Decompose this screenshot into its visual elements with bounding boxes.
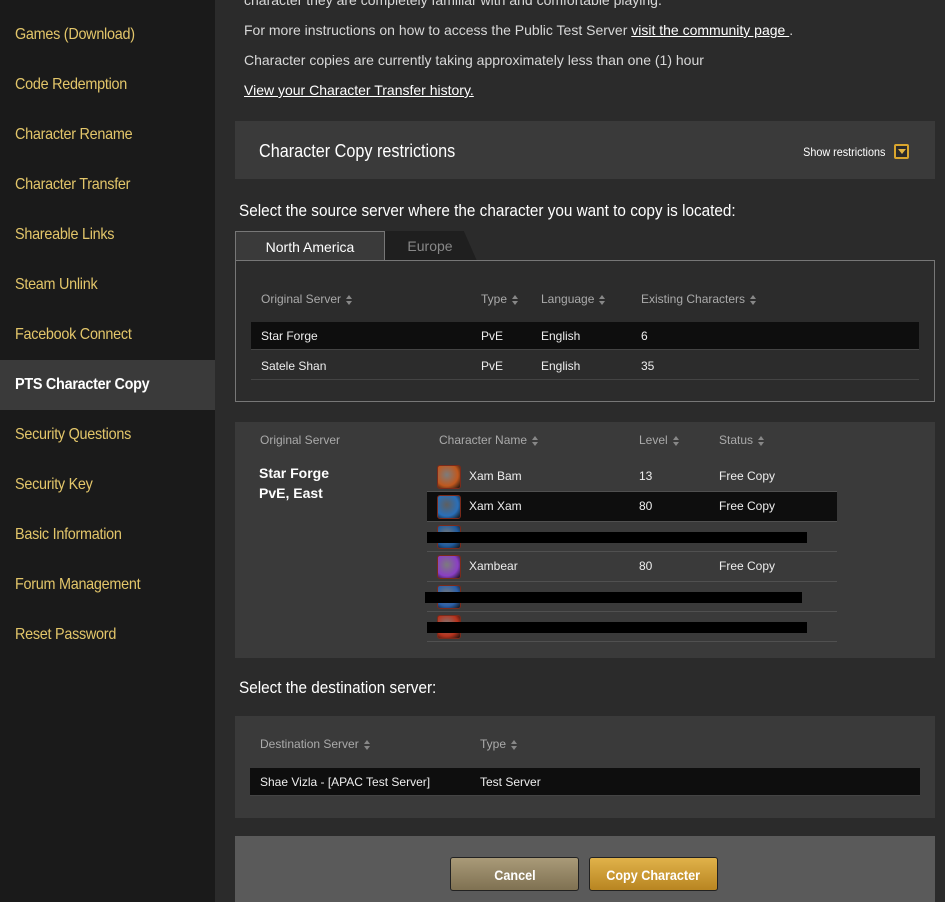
col-level[interactable]: Level <box>639 433 679 447</box>
character-row[interactable]: Xam Bam 13 Free Copy <box>427 462 837 492</box>
sort-icon <box>599 294 606 305</box>
copy-character-button[interactable]: Copy Character <box>589 857 718 891</box>
sidebar-item-character-transfer[interactable]: Character Transfer <box>0 160 215 210</box>
restrictions-panel: Character Copy restrictions Show restric… <box>235 121 935 179</box>
redaction-bar <box>427 532 807 543</box>
cancel-button[interactable]: Cancel <box>450 857 579 891</box>
redaction-bar <box>425 592 802 603</box>
character-avatar-icon <box>437 555 461 579</box>
source-heading: Select the source server where the chara… <box>239 201 736 220</box>
sort-icon <box>363 739 370 750</box>
sidebar-item-label: Security Key <box>15 476 93 493</box>
table-row[interactable]: Star Forge PvE English 6 <box>251 322 919 350</box>
sidebar-item-basic-information[interactable]: Basic Information <box>0 510 215 560</box>
col-type[interactable]: Type <box>481 292 519 306</box>
character-avatar-icon <box>437 495 461 519</box>
character-status: Free Copy <box>719 469 776 483</box>
sort-icon <box>750 294 757 305</box>
sidebar-item-security-questions[interactable]: Security Questions <box>0 410 215 460</box>
tab-europe-label: Europe <box>407 238 453 254</box>
sort-icon <box>512 294 519 305</box>
sort-icon <box>511 739 518 750</box>
sidebar-item-forum-management[interactable]: Forum Management <box>0 560 215 610</box>
col-original-server: Original Server <box>260 433 341 447</box>
action-bar: Cancel Copy Character <box>235 836 935 902</box>
col-type[interactable]: Type <box>480 737 518 751</box>
sidebar-item-label: Shareable Links <box>15 226 115 243</box>
selected-server-detail: PvE, East <box>259 485 323 501</box>
table-row[interactable]: Shae Vizla - [APAC Test Server] Test Ser… <box>250 768 920 796</box>
character-status: Free Copy <box>719 499 776 513</box>
redaction-bar <box>427 622 807 633</box>
characters-panel: Original Server Character Name Level Sta… <box>235 422 935 658</box>
sidebar-item-label: Steam Unlink <box>15 276 98 293</box>
main-content: character they are completely familiar w… <box>215 0 945 902</box>
sidebar-item-label: Games (Download) <box>15 26 135 43</box>
col-language[interactable]: Language <box>541 292 606 306</box>
sidebar-item-label: Character Rename <box>15 126 133 143</box>
character-row[interactable]: Xam Xam 80 Free Copy <box>427 492 837 522</box>
sidebar-item-label: Basic Information <box>15 526 122 543</box>
character-status: Free Copy <box>719 559 776 573</box>
character-row[interactable]: Xambear 80 Free Copy <box>427 552 837 582</box>
character-avatar-icon <box>437 465 461 489</box>
show-restrictions-toggle[interactable]: Show restrictions <box>803 145 885 159</box>
restrictions-title: Character Copy restrictions <box>259 141 456 161</box>
instructions-text: For more instructions on how to access t… <box>244 22 632 38</box>
selected-server-info: Star Forge PvE, East <box>259 463 329 503</box>
copy-time-text: Character copies are currently taking ap… <box>244 52 704 68</box>
col-existing-characters[interactable]: Existing Characters <box>641 292 757 306</box>
destination-heading: Select the destination server: <box>239 678 437 697</box>
character-level: 13 <box>639 469 653 483</box>
character-level: 80 <box>639 559 653 573</box>
intro-text: character they are completely familiar w… <box>244 0 662 8</box>
sidebar-item-character-rename[interactable]: Character Rename <box>0 110 215 160</box>
col-status[interactable]: Status <box>719 433 765 447</box>
expand-arrow-icon[interactable] <box>894 144 909 159</box>
character-level: 80 <box>639 499 653 513</box>
sidebar-item-label: Security Questions <box>15 426 132 443</box>
history-link-wrap: View your Character Transfer history. <box>244 82 474 98</box>
sidebar-item-label: Character Transfer <box>15 176 131 193</box>
transfer-history-link[interactable]: View your Character Transfer history. <box>244 82 474 98</box>
sidebar-item-security-key[interactable]: Security Key <box>0 460 215 510</box>
destination-panel: Destination Server Type Shae Vizla - [AP… <box>235 716 935 818</box>
col-destination-server[interactable]: Destination Server <box>260 737 370 751</box>
tab-north-america[interactable]: North America <box>235 231 385 261</box>
instructions-period: . <box>789 22 794 38</box>
table-row[interactable]: Satele Shan PvE English 35 <box>251 352 919 380</box>
sidebar-item-shareable-links[interactable]: Shareable Links <box>0 210 215 260</box>
character-name: Xambear <box>469 559 518 573</box>
sidebar-item-games-download[interactable]: Games (Download) <box>0 10 215 60</box>
sort-icon <box>346 294 353 305</box>
sidebar-item-reset-password[interactable]: Reset Password <box>0 610 215 660</box>
sidebar-item-label: Forum Management <box>15 576 141 593</box>
source-server-table: Original Server Type Language Existing C… <box>235 260 935 402</box>
sidebar-item-pts-character-copy[interactable]: PTS Character Copy <box>0 360 215 410</box>
sort-icon <box>758 435 765 446</box>
sidebar-item-label: PTS Character Copy <box>15 376 150 393</box>
sidebar-item-facebook-connect[interactable]: Facebook Connect <box>0 310 215 360</box>
sidebar-item-label: Reset Password <box>15 626 117 643</box>
community-page-link[interactable]: visit the community page <box>631 22 789 38</box>
col-original-server[interactable]: Original Server <box>261 292 353 306</box>
sidebar-nav: Games (Download) Code Redemption Character… <box>0 0 215 902</box>
selected-server-name: Star Forge <box>259 465 330 481</box>
sort-icon <box>532 435 539 446</box>
sidebar-item-label: Code Redemption <box>15 76 128 93</box>
sidebar-item-label: Facebook Connect <box>15 326 132 343</box>
character-name: Xam Xam <box>469 499 522 513</box>
col-character-name[interactable]: Character Name <box>439 433 539 447</box>
sort-icon <box>672 435 679 446</box>
character-name: Xam Bam <box>469 469 522 483</box>
intro-instructions: For more instructions on how to access t… <box>244 22 793 38</box>
sidebar-item-steam-unlink[interactable]: Steam Unlink <box>0 260 215 310</box>
sidebar-item-code-redemption[interactable]: Code Redemption <box>0 60 215 110</box>
